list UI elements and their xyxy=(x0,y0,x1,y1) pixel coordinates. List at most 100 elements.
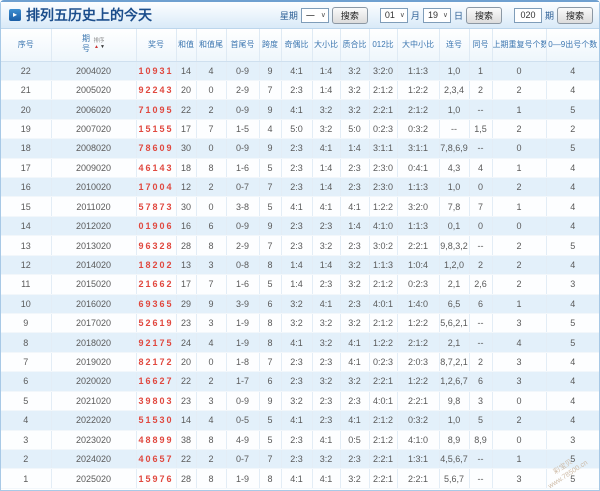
search-button-date[interactable]: 搜索 xyxy=(465,6,502,24)
search-button-issue[interactable]: 搜索 xyxy=(556,6,593,24)
cell-col10: 4:1:0 xyxy=(369,216,398,237)
cell-col13: -- xyxy=(469,313,493,334)
cell-col2: 01906 xyxy=(136,216,177,237)
sort-asc-icon[interactable]: ▲ xyxy=(94,44,99,50)
table-row: 20 2006020 71095 22 2 0-9 9 4:1 3:2 3:2 2:2:1 2:1:2… xyxy=(1,99,599,120)
cell-col1: 2011020 xyxy=(51,196,137,217)
day-select[interactable]: 19 ∨ xyxy=(422,7,451,23)
cell-col2: 69365 xyxy=(136,294,177,314)
cell-col4: 8 xyxy=(196,235,227,256)
cell-col0: 3 xyxy=(1,430,52,450)
cell-col3: 20 xyxy=(176,80,197,101)
cell-col2: 46143 xyxy=(136,158,177,179)
cell-col4: 8 xyxy=(196,430,227,450)
cell-col3: 23 xyxy=(176,313,197,334)
cell-col14: 3 xyxy=(492,313,547,334)
cell-col2: 17004 xyxy=(136,177,177,198)
table-row: 12 2014020 18202 13 3 0-8 8 1:4 1:4 3:2 1:1:3 1:0:4… xyxy=(1,255,599,276)
weekday-select[interactable]: 一 ∨ xyxy=(300,7,329,23)
cell-col12: 1,2,6,7 xyxy=(439,371,470,392)
cell-col7: 2:3 xyxy=(281,158,313,179)
table-row: 17 2009020 46143 18 8 1-6 5 2:3 1:4 2:3 2:3:0 0:4:1… xyxy=(1,158,599,179)
cell-col6: 5 xyxy=(259,196,282,217)
table-row: 10 2016020 69365 29 9 3-9 6 3:2 4:1 2:3 4:0:1 1:4:0… xyxy=(1,294,599,314)
column-header-10: 012比 xyxy=(369,29,398,62)
cell-col2: 16627 xyxy=(136,371,177,392)
cell-col9: 1:4 xyxy=(340,216,370,237)
cell-col1: 2004020 xyxy=(51,61,137,81)
column-header-11: 大中小比 xyxy=(397,29,440,62)
cell-col14: 2 xyxy=(492,119,547,140)
cell-col9: 4:1 xyxy=(340,332,370,353)
cell-col7: 4:1 xyxy=(281,196,313,217)
cell-col3: 18 xyxy=(176,158,197,179)
search-button-week[interactable]: 搜索 xyxy=(331,6,368,24)
cell-col7: 2:3 xyxy=(281,216,313,237)
cell-col0: 17 xyxy=(1,158,52,179)
cell-col4: 2 xyxy=(196,99,227,120)
cell-col9: 2:3 xyxy=(340,177,370,198)
cell-col11: 0:2:3 xyxy=(397,274,440,295)
panel-arrow-icon: ▸ xyxy=(9,9,21,21)
table-row: 14 2012020 01906 16 6 0-9 9 2:3 2:3 1:4 4:1:0 1:1:3… xyxy=(1,216,599,237)
title-bar: ▸ 排列五历史上的今天 星期 一 ∨ 搜索 01 ∨ 月 19 ∨ 日 搜索 0… xyxy=(1,2,599,29)
cell-col13: -- xyxy=(469,235,493,256)
sort-control[interactable]: 排序 ▲ ▼ xyxy=(93,38,105,50)
cell-col1: 2016020 xyxy=(51,294,137,314)
cell-col2: 71095 xyxy=(136,99,177,120)
cell-col15: 4 xyxy=(546,255,599,276)
cell-col13: -- xyxy=(469,332,493,353)
cell-col9: 3:2 xyxy=(340,80,370,101)
table-row: 8 2018020 92175 24 4 1-9 8 4:1 3:2 4:1 1:2:2 2:1:2 2… xyxy=(1,332,599,353)
cell-col14: 2 xyxy=(492,410,547,431)
cell-col13: 3 xyxy=(469,391,493,412)
sort-desc-icon[interactable]: ▼ xyxy=(100,44,105,50)
cell-col14: 0 xyxy=(492,138,547,159)
column-header-13: 同号 xyxy=(469,29,493,62)
cell-col1: 2017020 xyxy=(51,313,137,334)
cell-col4: 0 xyxy=(196,80,227,101)
cell-col13: 6 xyxy=(469,371,493,392)
cell-col4: 2 xyxy=(196,449,227,470)
cell-col0: 21 xyxy=(1,80,52,101)
cell-col8: 3:2 xyxy=(312,449,341,470)
month-select[interactable]: 01 ∨ xyxy=(379,7,408,23)
cell-col0: 14 xyxy=(1,216,52,237)
cell-col4: 0 xyxy=(196,138,227,159)
cell-col3: 30 xyxy=(176,196,197,217)
week-label: 星期 xyxy=(279,10,298,21)
cell-col3: 22 xyxy=(176,449,197,470)
cell-col3: 17 xyxy=(176,274,197,295)
cell-col6: 9 xyxy=(259,61,282,81)
cell-col0: 5 xyxy=(1,391,52,412)
issue-input[interactable] xyxy=(513,7,542,23)
cell-col5: 0-5 xyxy=(226,410,260,431)
table-row: 22 2004020 10931 14 4 0-9 9 4:1 1:4 3:2 3:2:0 1:1:3… xyxy=(1,61,599,81)
cell-col15: 5 xyxy=(546,468,599,489)
cell-col5: 3-9 xyxy=(226,294,260,314)
cell-col6: 9 xyxy=(259,99,282,120)
cell-col15: 4 xyxy=(546,61,599,81)
cell-col15: 5 xyxy=(546,449,599,470)
cell-col15: 5 xyxy=(546,235,599,256)
cell-col10: 2:2:1 xyxy=(369,468,398,489)
cell-col9: 2:3 xyxy=(340,158,370,179)
cell-col2: 96328 xyxy=(136,235,177,256)
cell-col4: 3 xyxy=(196,313,227,334)
cell-col14: 4 xyxy=(492,332,547,353)
cell-col4: 3 xyxy=(196,255,227,276)
cell-col3: 24 xyxy=(176,332,197,353)
cell-col5: 1-9 xyxy=(226,468,260,489)
chevron-down-icon: ∨ xyxy=(399,12,405,19)
column-header-6: 跨度 xyxy=(259,29,282,62)
cell-col14: 1 xyxy=(492,449,547,470)
cell-col13: -- xyxy=(469,99,493,120)
cell-col15: 4 xyxy=(546,177,599,198)
cell-col10: 2:2:1 xyxy=(369,99,398,120)
weekday-select-value: 一 xyxy=(305,10,315,21)
table-row: 21 2005020 92243 20 0 2-9 7 2:3 1:4 3:2 2:1:2 1:2:2… xyxy=(1,80,599,101)
cell-col3: 12 xyxy=(176,177,197,198)
table-row: 6 2020020 16627 22 2 1-7 6 2:3 3:2 3:2 2:2:1 1:2:2 1… xyxy=(1,371,599,392)
cell-col12: 6,5 xyxy=(439,294,470,314)
cell-col10: 2:2:1 xyxy=(369,371,398,392)
